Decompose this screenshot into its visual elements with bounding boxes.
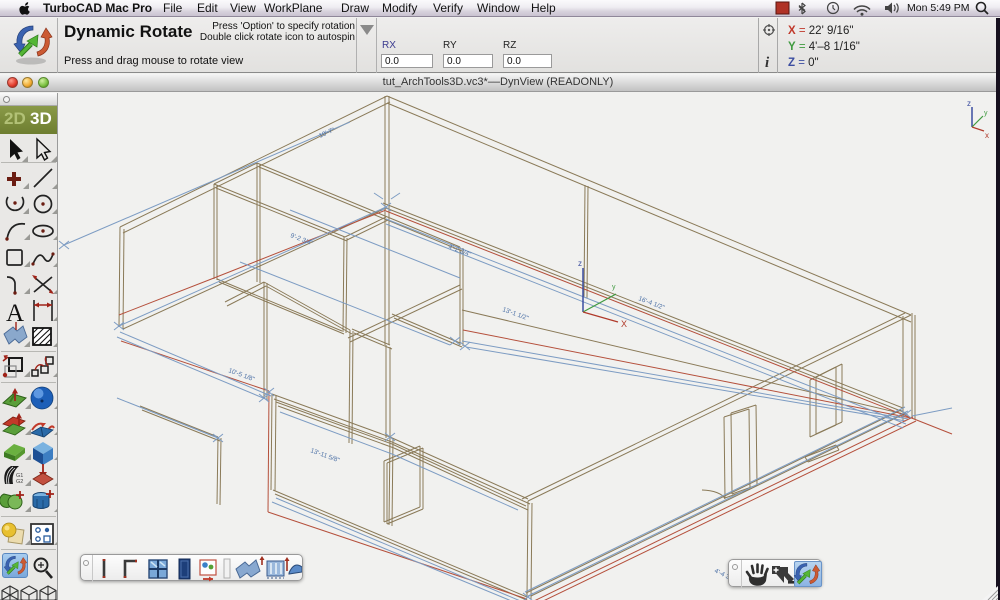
svg-text:z: z	[967, 99, 971, 108]
svg-text:X: X	[621, 319, 627, 329]
svg-text:9'-2 3/4": 9'-2 3/4"	[289, 232, 314, 247]
svg-text:z: z	[578, 259, 582, 268]
svg-text:10'-5 1/8": 10'-5 1/8"	[227, 367, 256, 383]
svg-text:y: y	[984, 110, 988, 117]
svg-text:x: x	[985, 131, 989, 140]
svg-text:13'-11 5/8": 13'-11 5/8"	[309, 447, 341, 464]
svg-text:y: y	[612, 284, 616, 291]
